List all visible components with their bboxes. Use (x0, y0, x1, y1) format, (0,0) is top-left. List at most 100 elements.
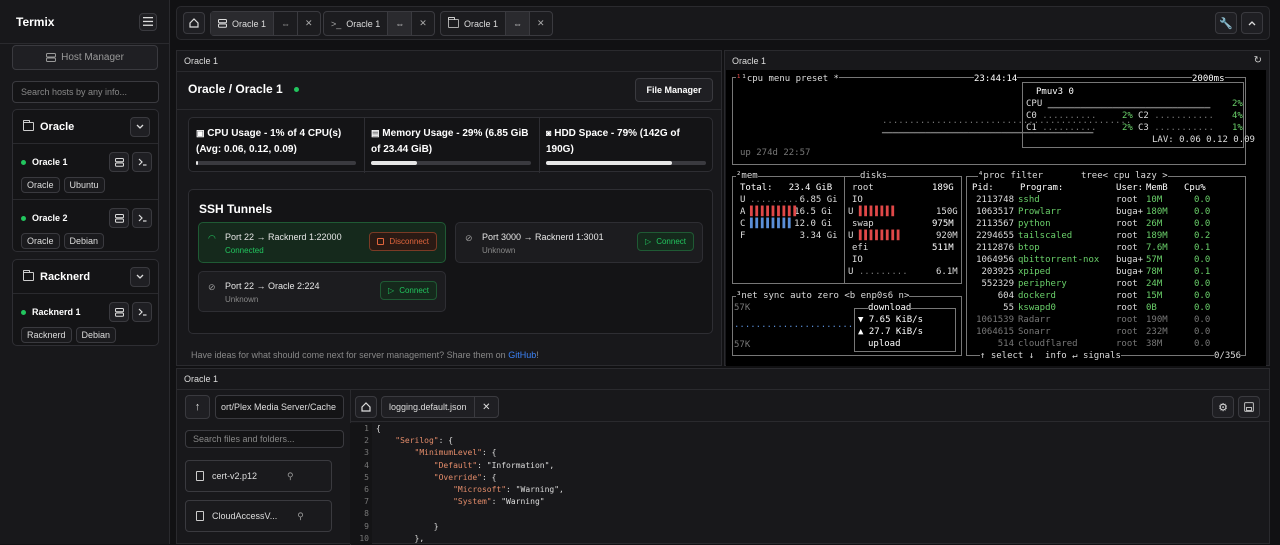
path-input[interactable]: ort/Plex Media Server/Cache (215, 395, 344, 419)
collapse-button[interactable] (130, 266, 150, 287)
btop-core-c3: C3 ........... (1138, 123, 1214, 133)
btop-proc-row[interactable]: 2294655 tailscaled root 189M 0.2 (972, 231, 1242, 243)
btop-proc-cell: 78M (1146, 267, 1163, 277)
btop-disk-swap-used: 920M (936, 231, 958, 241)
settings-button[interactable]: ⚙ (1212, 396, 1234, 418)
server-stats-button[interactable] (109, 302, 129, 322)
btop-proc-row[interactable]: 2113748 sshd root 10M 0.0 (972, 195, 1242, 207)
btop-proc-cell: btop (1018, 243, 1040, 253)
tab-label: Oracle 1 (346, 18, 381, 29)
split-button[interactable]: ⇔ (388, 12, 413, 35)
tab-label-segment[interactable]: Oracle 1 (211, 12, 275, 35)
host-item[interactable]: Oracle 2 Oracle Debian (13, 200, 158, 255)
group-header[interactable]: Racknerd (13, 260, 158, 294)
open-file-tab[interactable]: logging.default.json ✕ (381, 396, 499, 418)
terminal-button[interactable] (132, 152, 152, 172)
disconnect-button[interactable]: Disconnect (369, 232, 437, 251)
btop-proc-cell: sshd (1018, 195, 1040, 205)
btop-disk-root: root (852, 183, 874, 193)
connect-label: Connect (656, 237, 686, 246)
collapse-button[interactable] (130, 116, 150, 137)
home-button[interactable] (183, 12, 205, 34)
btop-proc-cell: 0.0 (1194, 207, 1211, 217)
terminal-screen[interactable]: ¹¹cpu menu preset * 23:44:14 2000ms ....… (726, 70, 1266, 366)
memory-usage: ▤ Memory Usage - 29% (6.85 GiB of 23.44 … (364, 118, 539, 172)
server-stats-button[interactable] (109, 152, 129, 172)
btop-proc-row[interactable]: 552329 periphery root 24M 0.0 (972, 279, 1242, 291)
go-up-button[interactable]: ↑ (185, 395, 210, 419)
home-button[interactable] (355, 396, 377, 418)
github-link[interactable]: GitHub (508, 350, 536, 360)
refresh-icon[interactable]: ↻ (1254, 55, 1262, 66)
btop-proc-row[interactable]: 514 cloudflared root 38M 0.0 (972, 339, 1242, 351)
chevron-down-icon (136, 274, 144, 279)
tab-label: Oracle 1 (464, 18, 499, 29)
close-tab-button[interactable]: ✕ (298, 12, 320, 35)
connect-button[interactable]: ▷ Connect (637, 232, 694, 251)
btop-proc-cell: periphery (1018, 279, 1067, 289)
save-button[interactable] (1238, 396, 1260, 418)
btop-proc-row[interactable]: 1064956 qbittorrent-nox buga+ 57M 0.0 (972, 255, 1242, 267)
tab-file-manager[interactable]: Oracle 1 ⇔ ✕ (440, 11, 553, 36)
btop-disk-efi: efi (852, 243, 869, 253)
btop-proc-cell: 0.2 (1194, 231, 1211, 241)
btop-proc-cell: root (1116, 279, 1138, 289)
btop-proc-row[interactable]: 203925 xpiped buga+ 78M 0.1 (972, 267, 1242, 279)
pin-icon[interactable]: ⚲ (287, 471, 294, 482)
tunnel-item: ◠ Port 22 → Racknerd 1:22000 Connected D… (198, 222, 446, 263)
sidebar-header: Termix (0, 0, 169, 44)
tab-label-segment[interactable]: Oracle 1 (441, 12, 507, 35)
line-number: 8 (364, 509, 369, 519)
host-search-input[interactable]: Search hosts by any info... (12, 81, 159, 103)
wifi-off-icon: ⊘ (465, 233, 473, 243)
btop-proc-row[interactable]: 1061539 Radarr root 190M 0.0 (972, 315, 1242, 327)
btop-proc-row[interactable]: 2113567 python root 26M 0.0 (972, 219, 1242, 231)
close-tab-button[interactable]: ✕ (412, 12, 434, 35)
host-manager-button[interactable]: Host Manager (12, 45, 158, 70)
split-button[interactable]: ⇔ (506, 12, 531, 35)
tab-server-stats[interactable]: Oracle 1 ⇔ ✕ (210, 11, 321, 36)
sidebar-menu-button[interactable] (139, 12, 157, 31)
terminal-icon (138, 158, 146, 166)
split-button[interactable]: ⇔ (274, 12, 299, 35)
terminal-button[interactable] (132, 302, 152, 322)
btop-proc-row[interactable]: 55 kswapd0 root 0B 0.0 (972, 303, 1242, 315)
server-stats-button[interactable] (109, 208, 129, 228)
btop-proc-row[interactable]: 604 dockerd root 15M 0.0 (972, 291, 1242, 303)
connect-button[interactable]: ▷ Connect (380, 281, 437, 300)
btop-core-c2: C2 ........... (1138, 111, 1214, 121)
collapse-topbar-button[interactable] (1241, 12, 1263, 34)
btop-proc-row[interactable]: 1064615 Sonarr root 232M 0.0 (972, 327, 1242, 339)
hdd-usage: ◙ HDD Space - 79% (142G of 190G) (539, 118, 714, 172)
file-manager-button[interactable]: File Manager (635, 78, 713, 102)
host-item[interactable]: Oracle 1 Oracle Ubuntu (13, 144, 158, 200)
close-tab-button[interactable]: ✕ (530, 12, 552, 35)
tunnel-item: ⊘ Port 22 → Oracle 2:224 Unknown ▷ Connec… (198, 271, 446, 312)
btop-net-scale-bottom: 57K (734, 340, 751, 350)
btop-clock: 23:44:14 (974, 74, 1018, 84)
gear-icon: ⚙ (1218, 401, 1228, 414)
terminal-button[interactable] (132, 208, 152, 228)
host-item[interactable]: Racknerd 1 Racknerd Debian (13, 294, 158, 349)
file-search-input[interactable]: Search files and folders... (185, 430, 344, 448)
group-header[interactable]: Oracle (13, 110, 158, 144)
code-line: "Serilog": { (395, 436, 454, 446)
btop-proc-row[interactable]: 1063517 Prowlarr buga+ 180M 0.0 (972, 207, 1242, 219)
btop-proc-cell: 1063517 (976, 207, 1014, 217)
btop-proc-cell: 1061539 (976, 315, 1014, 325)
editor-gutter: 1 2 3 4 5 6 7 8 9 10 (350, 423, 372, 544)
terminal-icon: >_ (331, 18, 342, 29)
tools-button[interactable]: 🔧 (1215, 12, 1237, 34)
close-icon[interactable]: ✕ (475, 402, 498, 413)
file-item[interactable]: cert-v2.p12 ⚲ (185, 460, 332, 492)
server-stats-panel: Oracle 1 Oracle / Oracle 1 File Manager … (176, 50, 722, 366)
btop-disks-title: disks (860, 171, 888, 181)
code-editor[interactable]: { "Serilog": { "MinimumLevel": { "Defaul… (376, 423, 564, 545)
tab-label-segment[interactable]: >_ Oracle 1 (324, 12, 389, 35)
pin-icon[interactable]: ⚲ (297, 511, 304, 522)
file-item[interactable]: CloudAccessV... ⚲ (185, 500, 332, 532)
btop-proc-cell: 10M (1146, 195, 1163, 205)
feedback-text: Have ideas for what should come next for… (191, 350, 539, 360)
tab-terminal[interactable]: >_ Oracle 1 ⇔ ✕ (323, 11, 435, 36)
btop-proc-row[interactable]: 2112876 btop root 7.6M 0.1 (972, 243, 1242, 255)
